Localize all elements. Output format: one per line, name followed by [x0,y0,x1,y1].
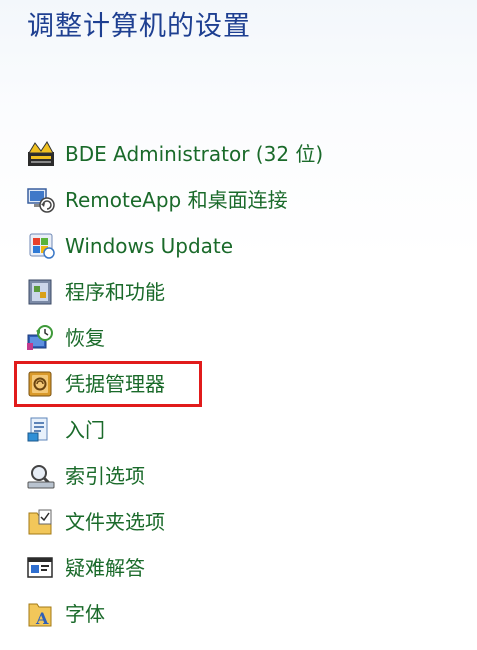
svg-text:A: A [35,609,49,628]
control-panel-item-label: 疑难解答 [65,556,145,580]
control-panel-item-label: 程序和功能 [65,280,165,304]
control-panel-item-label: 字体 [65,602,105,626]
control-panel-item-troubleshooting[interactable]: 疑难解答 [25,550,145,586]
control-panel-item-folder-options[interactable]: 文件夹选项 [25,504,165,540]
control-panel-item-remoteapp[interactable]: RemoteApp 和桌面连接 [25,182,288,218]
control-panel-item-label: Windows Update [65,234,234,258]
control-panel-item-credential-manager[interactable]: 凭据管理器 [25,366,165,402]
control-panel-item-label: 恢复 [65,326,105,350]
page-title: 调整计算机的设置 [27,11,251,42]
control-panel-item-windows-update[interactable]: Windows Update [25,228,233,264]
credential-manager-icon [25,369,59,399]
control-panel-item-label: 入门 [65,418,105,442]
control-panel-item-indexing-options[interactable]: 索引选项 [25,458,145,494]
folder-options-icon [25,507,59,537]
control-panel-item-label: 凭据管理器 [65,372,165,396]
control-panel-item-label: RemoteApp 和桌面连接 [65,188,288,212]
control-panel-item-label: 文件夹选项 [65,510,165,534]
getting-started-icon [25,415,59,445]
troubleshooting-icon [25,553,59,583]
fonts-icon: A [25,599,59,629]
control-panel-item-fonts[interactable]: A 字体 [25,596,105,632]
programs-features-icon [25,277,59,307]
control-panel-item-getting-started[interactable]: 入门 [25,412,105,448]
bde-administrator-icon [25,139,59,169]
control-panel-item-bde-administrator[interactable]: BDE Administrator (32 位) [25,136,323,172]
windows-update-icon [25,231,59,261]
control-panel-item-label: BDE Administrator (32 位) [65,142,324,166]
control-panel-item-recovery[interactable]: 恢复 [25,320,105,356]
control-panel-item-label: 索引选项 [65,464,145,488]
indexing-options-icon [25,461,59,491]
control-panel-item-programs-features[interactable]: 程序和功能 [25,274,165,310]
remote-desktop-icon [25,185,59,215]
recovery-icon [25,323,59,353]
